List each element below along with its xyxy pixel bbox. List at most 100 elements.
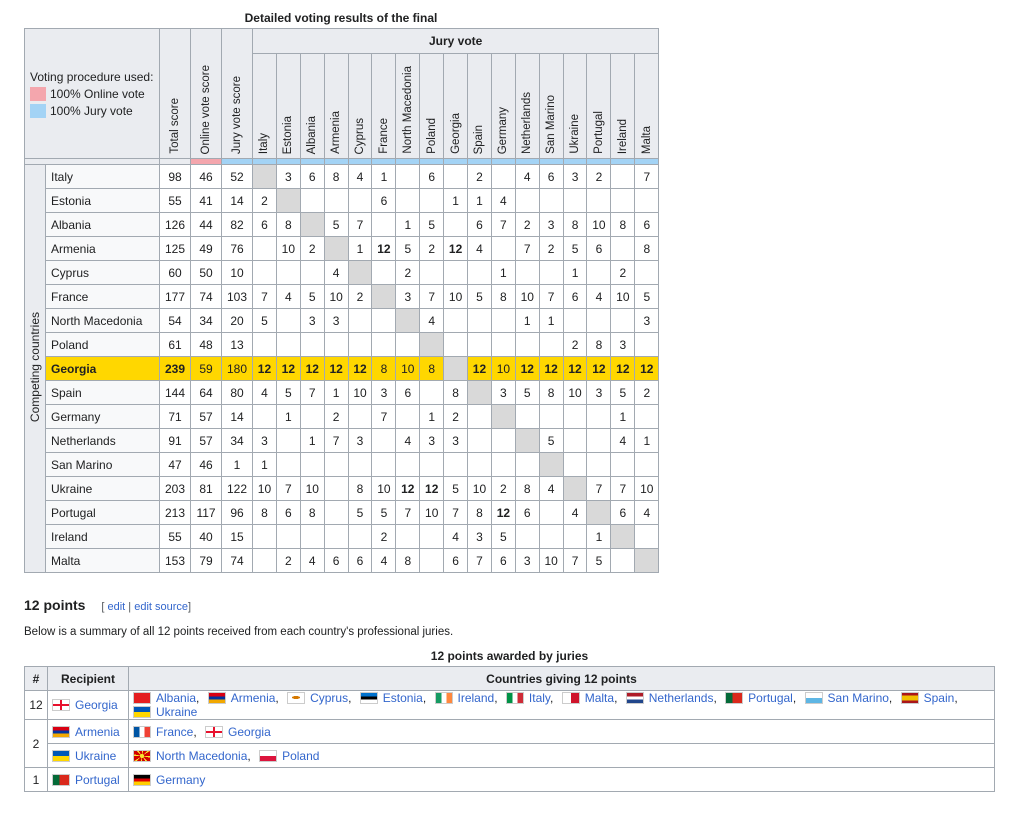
jury-points — [419, 260, 445, 285]
jury-points: 7 — [514, 236, 540, 261]
giver-link[interactable]: Ukraine — [156, 705, 197, 719]
giver-link[interactable]: Malta — [585, 691, 614, 705]
ukraine-flag-icon — [52, 749, 70, 762]
givers-cell: Germany — [128, 767, 995, 792]
giver-link[interactable]: Albania — [156, 691, 196, 705]
country-name: Ireland — [44, 524, 161, 549]
giver-link[interactable]: Armenia — [231, 691, 276, 705]
giver-link[interactable]: Germany — [156, 773, 205, 787]
giver-link[interactable]: Cyprus — [310, 691, 348, 705]
jury-points: 1 — [610, 404, 636, 429]
jury-points — [443, 260, 469, 285]
jury-points — [299, 404, 325, 429]
giver-link[interactable]: Spain — [924, 691, 955, 705]
jury-points: 1 — [395, 212, 421, 237]
jury-score: 74 — [221, 548, 254, 573]
jury-points — [562, 476, 588, 501]
giver-link[interactable]: Georgia — [228, 725, 271, 739]
giver-link[interactable]: Estonia — [383, 691, 423, 705]
jury-points: 3 — [467, 524, 492, 549]
jury-points — [443, 356, 469, 381]
jury-points: 3 — [419, 428, 445, 453]
armenia-flag-icon — [207, 692, 226, 704]
jury-swatch — [30, 103, 46, 118]
jury-points — [634, 548, 660, 573]
jury-points: 3 — [299, 308, 325, 333]
voter-header: France — [371, 53, 397, 159]
total-score: 213 — [159, 500, 192, 525]
voter-header: Ukraine — [562, 53, 588, 159]
jury-points: 12 — [395, 476, 421, 501]
jury-points — [275, 524, 301, 549]
jury-points: 7 — [490, 212, 516, 237]
jury-points — [323, 524, 349, 549]
total-score: 98 — [159, 164, 192, 189]
giver-link[interactable]: Ireland — [458, 691, 495, 705]
legend-online: 100% Online vote — [30, 86, 159, 101]
jury-points: 1 — [275, 404, 301, 429]
giver-link[interactable]: San Marino — [828, 691, 889, 705]
online-score: 117 — [190, 500, 223, 525]
jury-points: 1 — [443, 188, 469, 213]
jury-points: 5 — [610, 380, 636, 405]
jury-points: 5 — [252, 308, 277, 333]
jury-score: 103 — [221, 284, 254, 309]
result-row: Estonia 55 41 14 2 6 1 1 4 — [25, 188, 660, 213]
legend-jury: 100% Jury vote — [30, 103, 159, 118]
jury-points — [371, 212, 397, 237]
recipient-link[interactable]: Ukraine — [75, 749, 116, 763]
jury-points — [634, 404, 660, 429]
jury-points — [586, 260, 612, 285]
jury-points: 1 — [514, 308, 540, 333]
result-row: France 177 74 103 7 4 5 10 2 3 7 10 5 8 10 7 6 4 10 5 — [25, 284, 660, 309]
results-caption: Detailed voting results of the final — [244, 11, 438, 25]
jury-points — [610, 236, 636, 261]
giver-link[interactable]: France — [156, 725, 193, 739]
total-score: 54 — [159, 308, 192, 333]
jury-score: 20 — [221, 308, 254, 333]
jury-points: 12 — [371, 236, 397, 261]
jury-points — [323, 332, 349, 357]
jury-points — [467, 308, 492, 333]
giver-link[interactable]: North Macedonia — [156, 749, 247, 763]
recipient-link[interactable]: Georgia — [75, 698, 118, 712]
edit-link[interactable]: edit — [107, 601, 125, 613]
total-score: 177 — [159, 284, 192, 309]
jury-points: 7 — [443, 500, 469, 525]
jury-points: 12 — [490, 500, 516, 525]
giver-link[interactable]: Italy — [529, 691, 550, 705]
jury-points: 8 — [275, 212, 301, 237]
jury-points: 1 — [323, 380, 349, 405]
jury-score: 82 — [221, 212, 254, 237]
jury-points — [634, 452, 660, 477]
jury-points: 10 — [514, 284, 540, 309]
poland-flag-icon — [259, 749, 278, 762]
jury-points — [323, 236, 349, 261]
col-recipient: Recipient — [47, 666, 129, 691]
jury-points: 1 — [490, 260, 516, 285]
jury-score: 34 — [221, 428, 254, 453]
jury-points: 3 — [562, 164, 588, 189]
jury-points: 4 — [323, 260, 349, 285]
jury-points: 7 — [275, 476, 301, 501]
voter-header: Poland — [419, 53, 445, 159]
jury-points: 10 — [443, 284, 469, 309]
jury-points — [347, 260, 373, 285]
givers-cell: North Macedonia, Poland — [128, 743, 995, 768]
jury-points: 3 — [443, 428, 469, 453]
voter-header: Albania — [299, 53, 325, 159]
giver-link[interactable]: Portugal — [748, 691, 793, 705]
result-row: Spain 144 64 80 4 5 7 1 10 3 6 8 3 5 8 10 3 5 2 — [25, 380, 660, 405]
jury-points — [538, 452, 564, 477]
giver-link[interactable]: Poland — [282, 749, 319, 763]
giver-link[interactable]: Netherlands — [649, 691, 714, 705]
jury-points: 12 — [275, 356, 301, 381]
jury-points — [610, 308, 636, 333]
recipient-link[interactable]: Portugal — [75, 773, 120, 787]
jury-score: 52 — [221, 164, 254, 189]
edit-source-link[interactable]: edit source — [134, 601, 188, 613]
result-row: North Macedonia 54 34 20 5 3 3 4 1 1 3 — [25, 308, 660, 333]
jury-points: 5 — [371, 500, 397, 525]
recipient-link[interactable]: Armenia — [75, 725, 120, 739]
jury-points: 6 — [299, 164, 325, 189]
